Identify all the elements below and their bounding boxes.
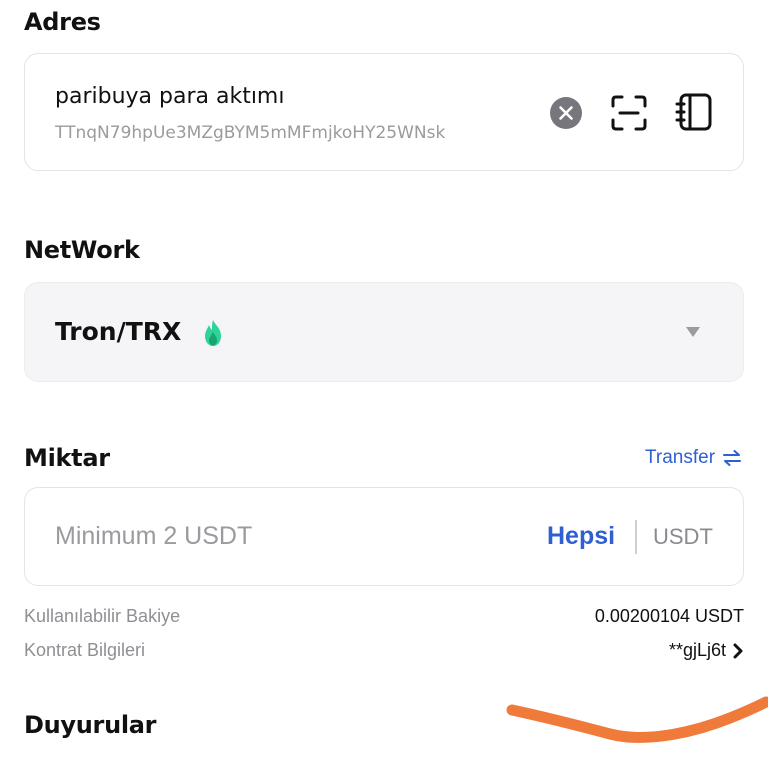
address-book-icon [675, 93, 712, 131]
swap-arrows-icon [723, 450, 742, 466]
divider [635, 520, 637, 554]
address-title: Adres [24, 8, 101, 36]
annotation-stroke [506, 696, 768, 743]
contract-value[interactable]: **gjLj6t [669, 640, 726, 661]
transfer-label[interactable]: Transfer [645, 447, 715, 469]
address-value[interactable]: TTnqN79hpUe3MZgBYM5mMFmjkoHY25WNsk [55, 123, 445, 143]
address-input[interactable]: paribuya para aktımı TTnqN79hpUe3MZgBYM5… [24, 53, 744, 171]
scan-icon [611, 95, 647, 131]
contract-label: Kontrat Bilgileri [24, 640, 146, 660]
amount-title: Miktar [24, 444, 110, 472]
balance-label: Kullanılabilir Bakiye [24, 606, 181, 626]
announcements-title: Duyurular [24, 711, 157, 739]
balance-value: 0.00200104 USDT [594, 606, 744, 626]
amount-unit: USDT [653, 524, 713, 549]
amount-input[interactable]: Minimum 2 USDT Hepsi USDT [24, 487, 744, 586]
chevron-right-icon [733, 643, 743, 658]
flame-icon [205, 320, 221, 346]
close-circle-icon [550, 97, 582, 129]
network-select[interactable]: Tron/TRX [24, 282, 744, 382]
max-button[interactable]: Hepsi [547, 522, 615, 551]
transfer-link[interactable]: Transfer [645, 447, 742, 469]
network-selected-value: Tron/TRX [55, 317, 182, 346]
network-title: NetWork [24, 236, 140, 264]
clear-button[interactable] [549, 96, 583, 130]
address-book-button[interactable] [675, 92, 715, 132]
scan-button[interactable] [610, 94, 648, 132]
amount-placeholder[interactable]: Minimum 2 USDT [55, 522, 252, 551]
chevron-down-icon [686, 327, 700, 337]
address-label[interactable]: paribuya para aktımı [55, 84, 284, 109]
contract-value-group[interactable]: **gjLj6t [669, 640, 744, 661]
